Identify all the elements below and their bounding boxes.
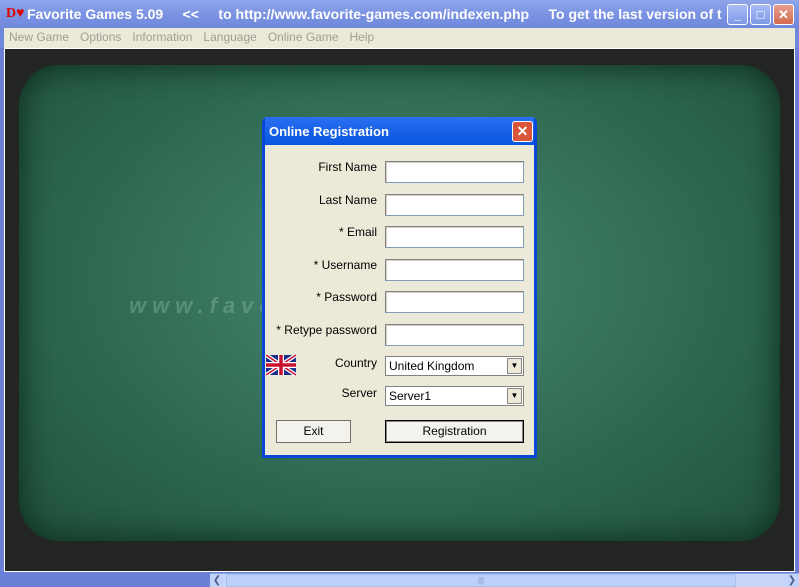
online-registration-dialog: Online Registration ✕ First Name Last Na…	[262, 117, 537, 458]
menu-online-game[interactable]: Online Game	[263, 28, 345, 47]
menu-options[interactable]: Options	[75, 28, 127, 47]
close-button[interactable]: ✕	[773, 4, 794, 25]
scroll-thumb[interactable]: |||	[226, 574, 736, 587]
username-row: * Username	[265, 258, 534, 281]
registration-button[interactable]: Registration	[385, 420, 524, 443]
horizontal-scrollbar[interactable]: ❮ ||| ❯	[210, 573, 799, 587]
last-name-input[interactable]	[385, 194, 524, 216]
retype-password-row: * Retype password	[265, 323, 534, 346]
country-row: Country United Kingdom ▼	[265, 356, 534, 378]
last-name-row: Last Name	[265, 193, 534, 216]
username-input[interactable]	[385, 259, 524, 281]
first-name-row: First Name	[265, 160, 534, 183]
username-label: * Username	[313, 258, 377, 272]
menu-bar: New Game Options Information Language Online…	[0, 28, 799, 48]
country-value: United Kingdom	[389, 359, 475, 373]
password-label: * Password	[316, 290, 377, 304]
minimize-button[interactable]: _	[727, 4, 748, 25]
password-row: * Password	[265, 290, 534, 313]
chevron-down-icon[interactable]: ▼	[507, 388, 522, 404]
password-input[interactable]	[385, 291, 524, 313]
menu-language[interactable]: Language	[198, 28, 262, 47]
app-logo: D♥	[6, 6, 25, 21]
server-label: Server	[341, 386, 377, 400]
dialog-title: Online Registration	[265, 117, 534, 145]
menu-new-game[interactable]: New Game	[4, 28, 75, 47]
maximize-button[interactable]: □	[750, 4, 771, 25]
retype-password-input[interactable]	[385, 324, 524, 346]
last-name-label: Last Name	[318, 193, 377, 207]
first-name-input[interactable]	[385, 161, 524, 183]
email-row: * Email	[265, 225, 534, 248]
scroll-right-icon[interactable]: ❯	[785, 574, 799, 587]
scroll-left-icon[interactable]: ❮	[210, 574, 224, 587]
server-value: Server1	[389, 389, 432, 403]
retype-password-label: * Retype password	[276, 323, 377, 337]
window-titlebar: D♥ Favorite Games 5.09 << to http://www.…	[0, 0, 799, 28]
server-row: Server Server1 ▼	[265, 386, 534, 408]
email-input[interactable]	[385, 226, 524, 248]
exit-button[interactable]: Exit	[276, 420, 351, 443]
chevron-down-icon[interactable]: ▼	[507, 358, 522, 374]
window-title: Favorite Games 5.09 << to http://www.fav…	[27, 6, 722, 22]
email-label: * Email	[338, 225, 377, 239]
menu-help[interactable]: Help	[345, 28, 381, 47]
menu-information[interactable]: Information	[127, 28, 198, 47]
dialog-close-button[interactable]: ✕	[512, 121, 533, 142]
country-label: Country	[334, 356, 377, 370]
country-select[interactable]: United Kingdom ▼	[385, 356, 524, 376]
first-name-label: First Name	[318, 160, 377, 174]
server-select[interactable]: Server1 ▼	[385, 386, 524, 406]
